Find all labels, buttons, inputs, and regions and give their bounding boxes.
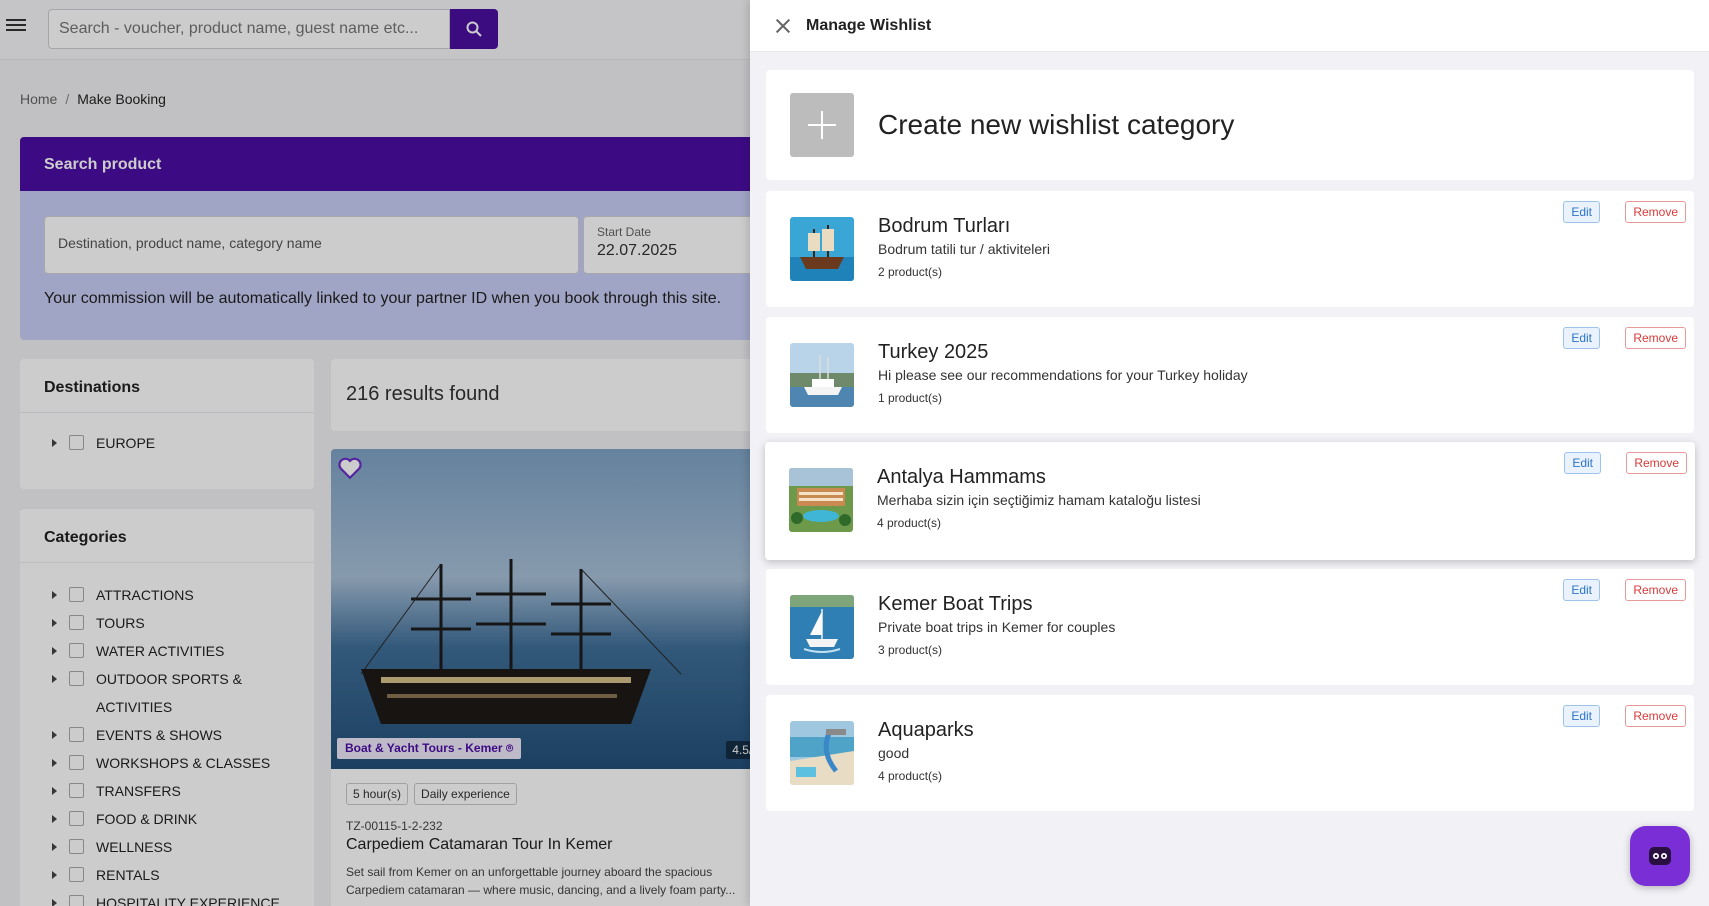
manage-wishlist-drawer: Manage Wishlist Create new wishlist cate…: [750, 0, 1709, 906]
wishlist-product-count: 4 product(s): [878, 769, 943, 783]
edit-button[interactable]: Edit: [1563, 579, 1600, 601]
wishlist-product-count: 1 product(s): [878, 391, 943, 405]
edit-button[interactable]: Edit: [1563, 201, 1600, 223]
wishlist-description: Hi please see our recommendations for yo…: [878, 367, 1248, 383]
wishlist-thumbnail: [790, 595, 854, 659]
plus-icon: [790, 93, 854, 157]
edit-button[interactable]: Edit: [1563, 327, 1600, 349]
drawer-title: Manage Wishlist: [806, 16, 932, 34]
wishlist-description: Private boat trips in Kemer for couples: [878, 619, 1116, 635]
close-icon[interactable]: [776, 19, 790, 33]
wishlist-item[interactable]: Kemer Boat Trips Private boat trips in K…: [766, 569, 1694, 685]
drawer-header: Manage Wishlist: [750, 0, 1709, 52]
remove-button[interactable]: Remove: [1625, 327, 1686, 349]
wishlist-item[interactable]: Turkey 2025 Hi please see our recommenda…: [766, 317, 1694, 433]
wishlist-product-count: 3 product(s): [878, 643, 943, 657]
wishlist-product-count: 4 product(s): [877, 516, 942, 530]
chat-assistant-button[interactable]: [1630, 826, 1690, 886]
wishlist-thumbnail: [790, 721, 854, 785]
wishlist-description: Bodrum tatili tur / aktiviteleri: [878, 241, 1050, 257]
remove-button[interactable]: Remove: [1626, 452, 1687, 474]
wishlist-thumbnail: [790, 343, 854, 407]
edit-button[interactable]: Edit: [1564, 452, 1601, 474]
wishlist-thumbnail: [789, 468, 853, 532]
create-wishlist-category-button[interactable]: Create new wishlist category: [766, 70, 1694, 180]
wishlist-name: Antalya Hammams: [877, 466, 1046, 488]
remove-button[interactable]: Remove: [1625, 579, 1686, 601]
wishlist-description: good: [878, 745, 910, 761]
create-wishlist-label: Create new wishlist category: [878, 109, 1235, 140]
remove-button[interactable]: Remove: [1625, 705, 1686, 727]
chat-bot-icon: [1649, 847, 1671, 865]
wishlist-name: Kemer Boat Trips: [878, 593, 1033, 615]
edit-button[interactable]: Edit: [1563, 705, 1600, 727]
wishlist-item[interactable]: Antalya Hammams Merhaba sizin için seçti…: [765, 442, 1695, 560]
wishlist-item[interactable]: Bodrum Turları Bodrum tatili tur / aktiv…: [766, 191, 1694, 307]
wishlist-product-count: 2 product(s): [878, 265, 943, 279]
wishlist-description: Merhaba sizin için seçtiğimiz hamam kata…: [877, 492, 1201, 508]
wishlist-item[interactable]: Aquaparks good 4 product(s) Edit Remove: [766, 695, 1694, 811]
wishlist-name: Aquaparks: [878, 719, 974, 741]
remove-button[interactable]: Remove: [1625, 201, 1686, 223]
wishlist-name: Turkey 2025: [878, 341, 989, 363]
wishlist-thumbnail: [790, 217, 854, 281]
wishlist-name: Bodrum Turları: [878, 215, 1011, 237]
